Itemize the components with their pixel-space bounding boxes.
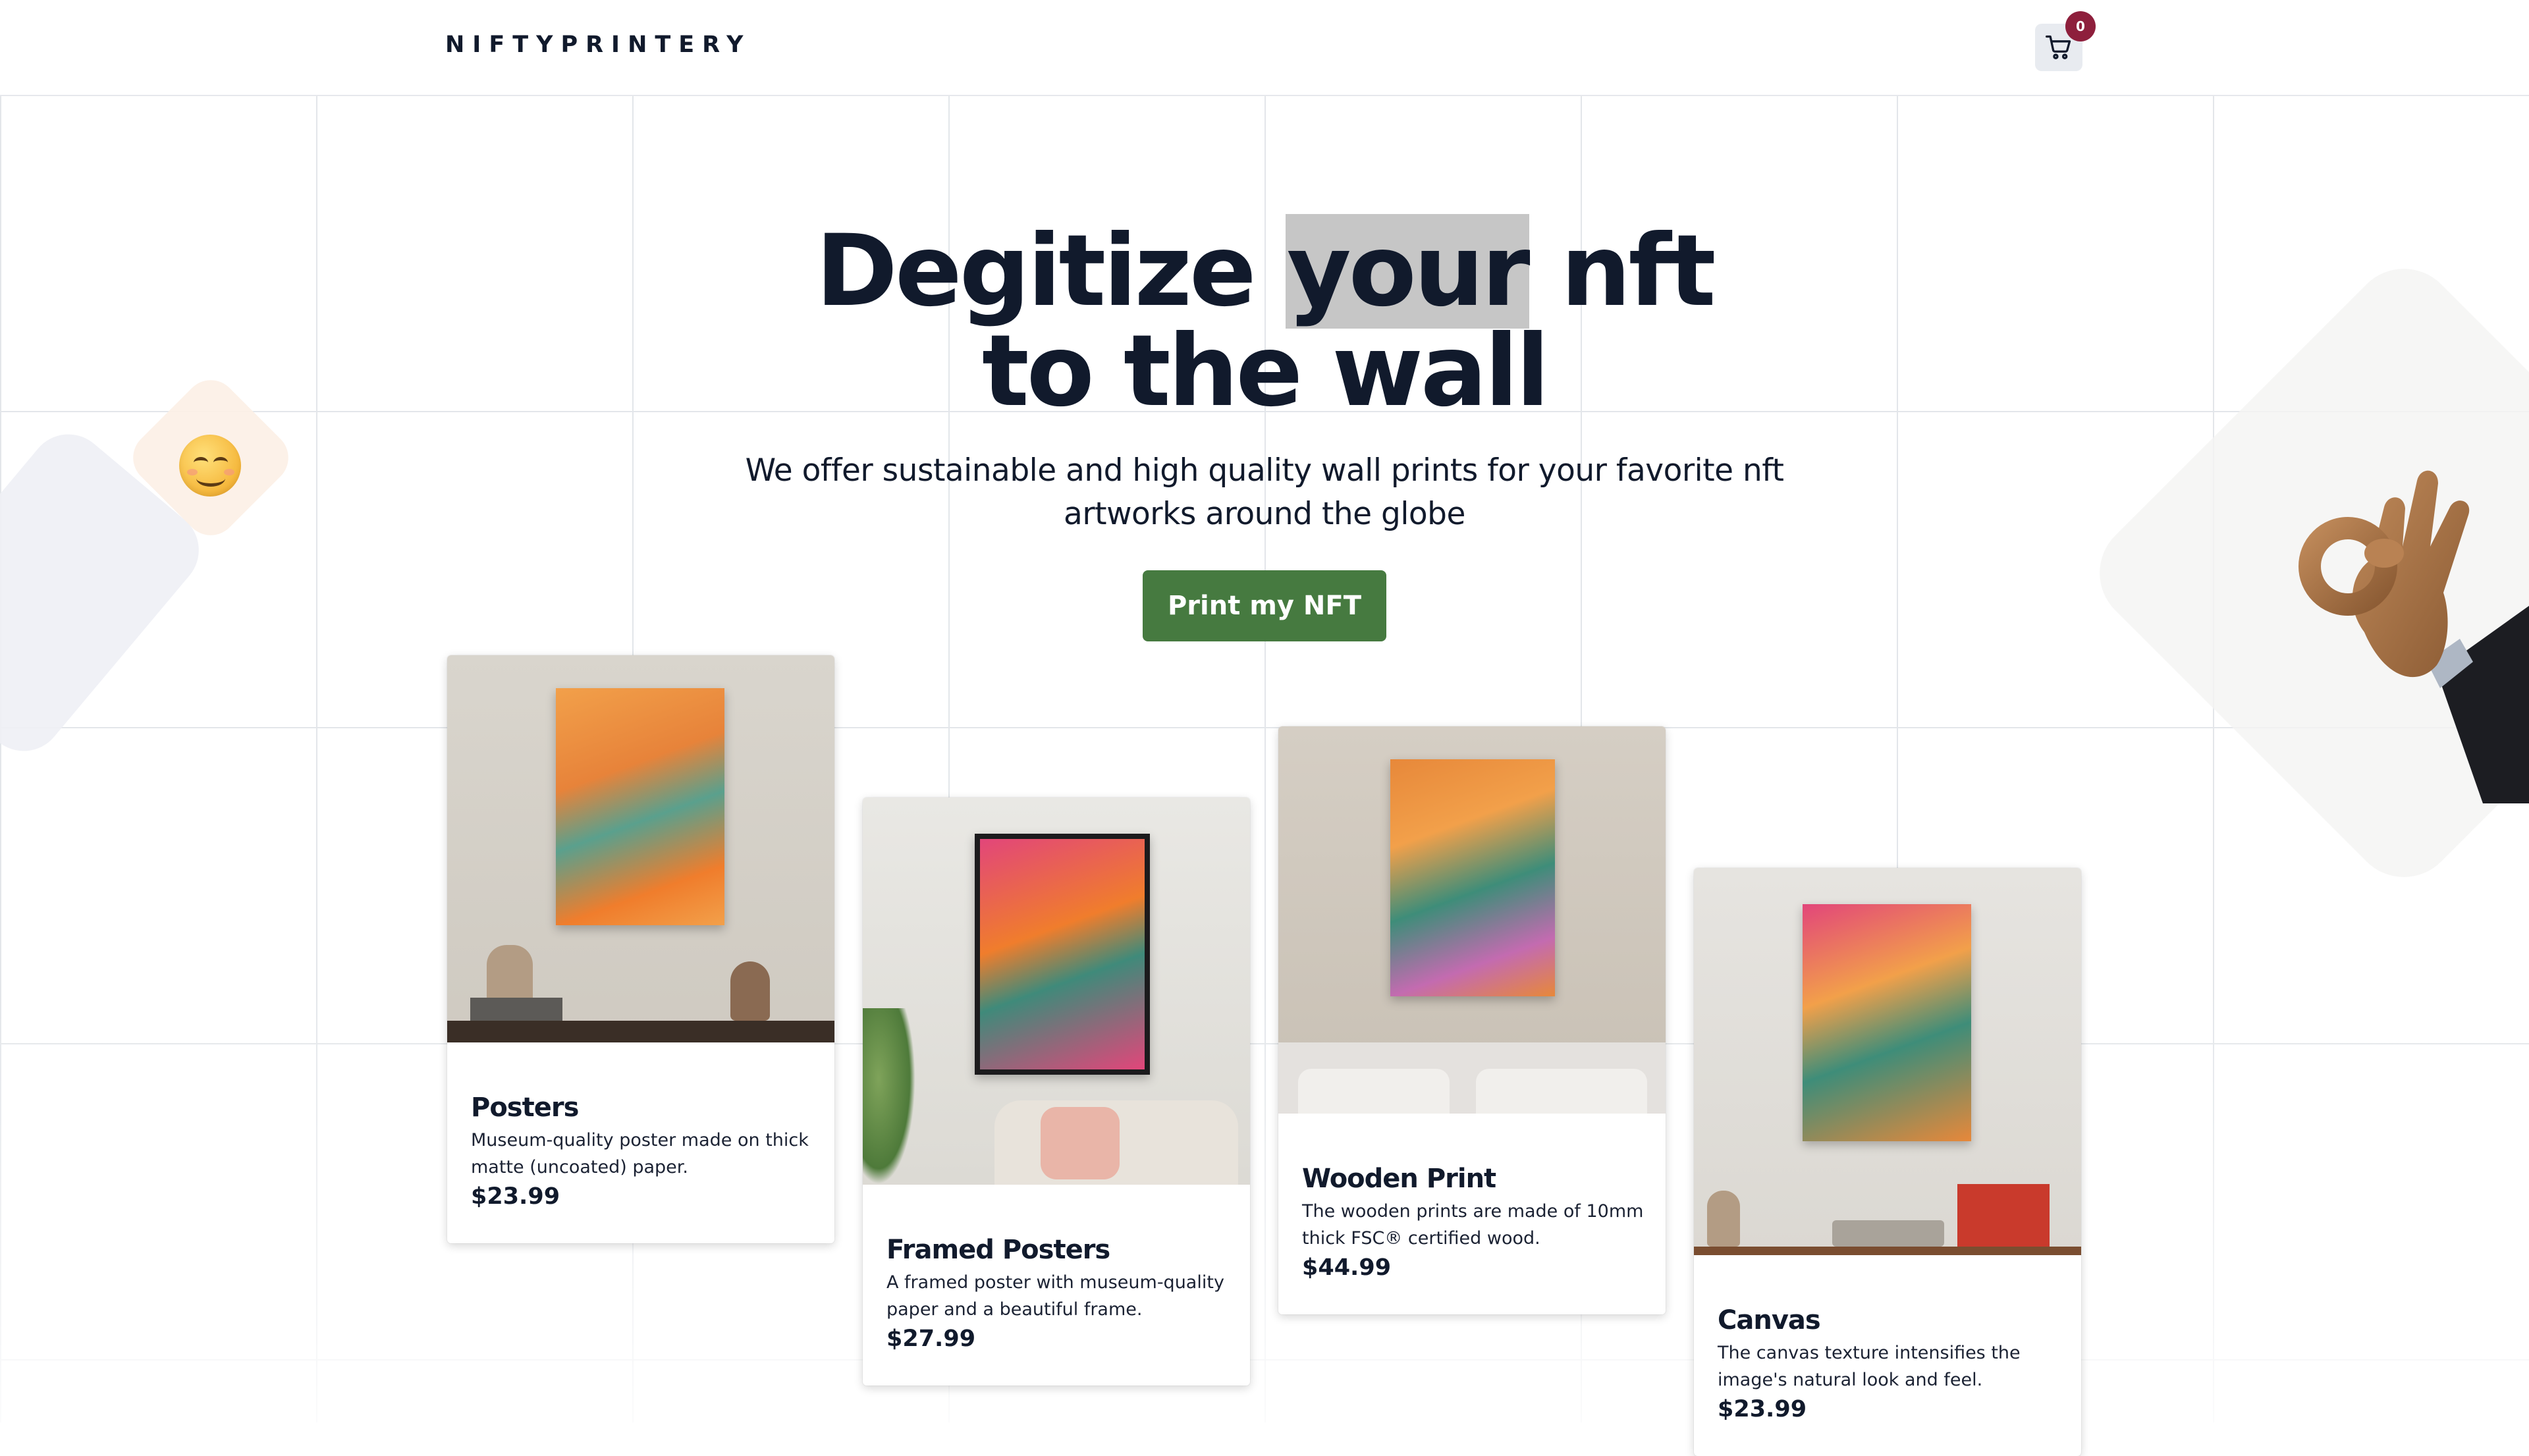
smiling-face-icon: [179, 435, 241, 497]
product-price: $27.99: [886, 1326, 976, 1352]
grid-fade: [0, 988, 2529, 1422]
product-image-wooden-print: [1278, 726, 1666, 1114]
product-card-wooden-print[interactable]: Wooden Print The wooden prints are made …: [1278, 726, 1666, 1314]
hero-title-word: Degitize: [815, 214, 1256, 329]
product-card-posters[interactable]: Posters Museum-quality poster made on th…: [447, 655, 834, 1243]
product-description: A framed poster with museum-quality pape…: [886, 1272, 1224, 1320]
product-card-framed-posters[interactable]: Framed Posters A framed poster with muse…: [863, 797, 1250, 1386]
cart-count-badge: 0: [2065, 11, 2096, 41]
hero-title-word: nft: [1560, 214, 1716, 329]
product-price: $23.99: [1718, 1396, 1807, 1422]
product-image-posters: [447, 655, 834, 1042]
print-my-nft-button[interactable]: Print my NFT: [1143, 570, 1386, 641]
cart-icon: [2046, 35, 2071, 59]
hero-subtitle: We offer sustainable and high quality wa…: [745, 452, 1784, 532]
top-navigation-bar: NIFTYPRINTERY 0: [0, 0, 2529, 96]
hero-title: Degitize your nft to the wall: [0, 214, 2529, 421]
product-image-framed-posters: [863, 797, 1250, 1185]
product-description: The wooden prints are made of 10mm thick…: [1302, 1201, 1644, 1249]
product-image-canvas: [1694, 868, 2081, 1255]
product-description: Museum-quality poster made on thick matt…: [471, 1130, 809, 1177]
product-title: Wooden Print: [1302, 1164, 1496, 1194]
ok-hand-icon: [2298, 470, 2529, 803]
hero-title-highlight: your: [1285, 214, 1531, 329]
product-title: Canvas: [1718, 1305, 1821, 1335]
product-description: The canvas texture intensifies the image…: [1718, 1343, 2021, 1390]
product-title: Posters: [471, 1092, 579, 1123]
product-price: $23.99: [471, 1183, 560, 1210]
product-title: Framed Posters: [886, 1235, 1110, 1265]
brand-logo[interactable]: NIFTYPRINTERY: [445, 32, 751, 58]
hero-title-line2: to the wall: [981, 314, 1550, 429]
product-price: $44.99: [1302, 1254, 1392, 1281]
product-card-canvas[interactable]: Canvas The canvas texture intensifies th…: [1694, 868, 2081, 1456]
